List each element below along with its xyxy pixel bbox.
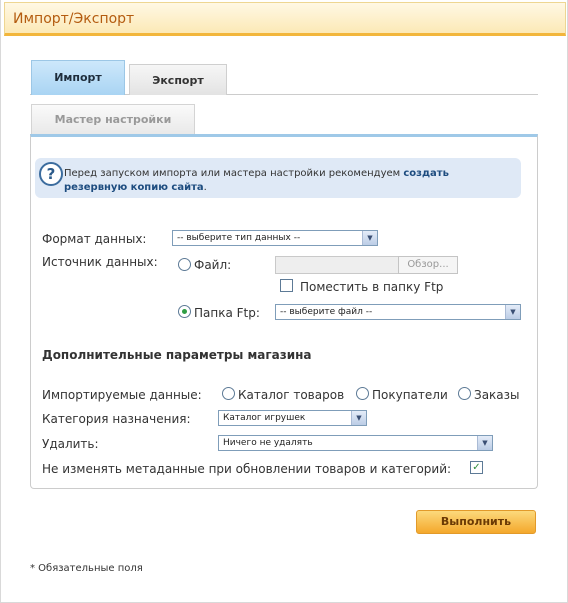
- ftp-file-select[interactable]: -- выберите файл -- ▼: [275, 304, 521, 320]
- info-text: Перед запуском импорта или мастера настр…: [64, 168, 449, 193]
- page-header: Импорт/Экспорт: [4, 2, 566, 36]
- chevron-down-icon: ▼: [477, 436, 492, 450]
- category-label: Категория назначения:: [42, 412, 191, 426]
- run-button[interactable]: Выполнить: [416, 510, 536, 534]
- tab-import[interactable]: Импорт: [31, 60, 125, 95]
- format-select[interactable]: -- выберите тип данных -- ▼: [172, 230, 378, 246]
- delete-select[interactable]: Ничего не удалять ▼: [218, 435, 493, 451]
- format-label: Формат данных:: [42, 232, 147, 246]
- imported-catalog-label: Каталог товаров: [238, 388, 345, 402]
- source-file-radio[interactable]: [178, 258, 191, 271]
- browse-button[interactable]: Обзор...: [398, 256, 458, 274]
- imported-orders-label: Заказы: [474, 388, 520, 402]
- chevron-down-icon: ▼: [351, 411, 366, 425]
- source-ftp-radio[interactable]: [178, 305, 191, 318]
- subtab-setup-wizard[interactable]: Мастер настройки: [31, 104, 195, 134]
- category-select[interactable]: Каталог игрушек ▼: [218, 410, 367, 426]
- source-label: Источник данных:: [42, 255, 158, 269]
- chevron-down-icon: ▼: [505, 305, 520, 319]
- ftp-folder-checkbox-label: Поместить в папку Ftp: [300, 280, 444, 294]
- imported-customers-radio[interactable]: [356, 387, 369, 400]
- imported-customers-label: Покупатели: [372, 388, 448, 402]
- source-file-label: Файл:: [194, 258, 232, 272]
- extra-section-title: Дополнительные параметры магазина: [42, 348, 312, 362]
- required-fields-note: * Обязательные поля: [30, 563, 143, 574]
- page-title: Импорт/Экспорт: [13, 11, 135, 27]
- file-path-input[interactable]: [275, 256, 399, 274]
- keep-meta-label: Не изменять метаданные при обновлении то…: [42, 462, 452, 476]
- ftp-folder-checkbox[interactable]: [280, 279, 293, 292]
- imported-orders-radio[interactable]: [458, 387, 471, 400]
- source-ftp-label: Папка Ftp:: [194, 306, 260, 320]
- question-icon: ?: [39, 162, 63, 186]
- info-box: ? Перед запуском импорта или мастера нас…: [35, 158, 521, 198]
- delete-label: Удалить:: [42, 437, 99, 451]
- keep-meta-checkbox[interactable]: ✓: [470, 461, 483, 474]
- tab-export[interactable]: Экспорт: [129, 64, 227, 95]
- chevron-down-icon: ▼: [362, 231, 377, 245]
- imported-catalog-radio[interactable]: [222, 387, 235, 400]
- imported-data-label: Импортируемые данные:: [42, 388, 202, 402]
